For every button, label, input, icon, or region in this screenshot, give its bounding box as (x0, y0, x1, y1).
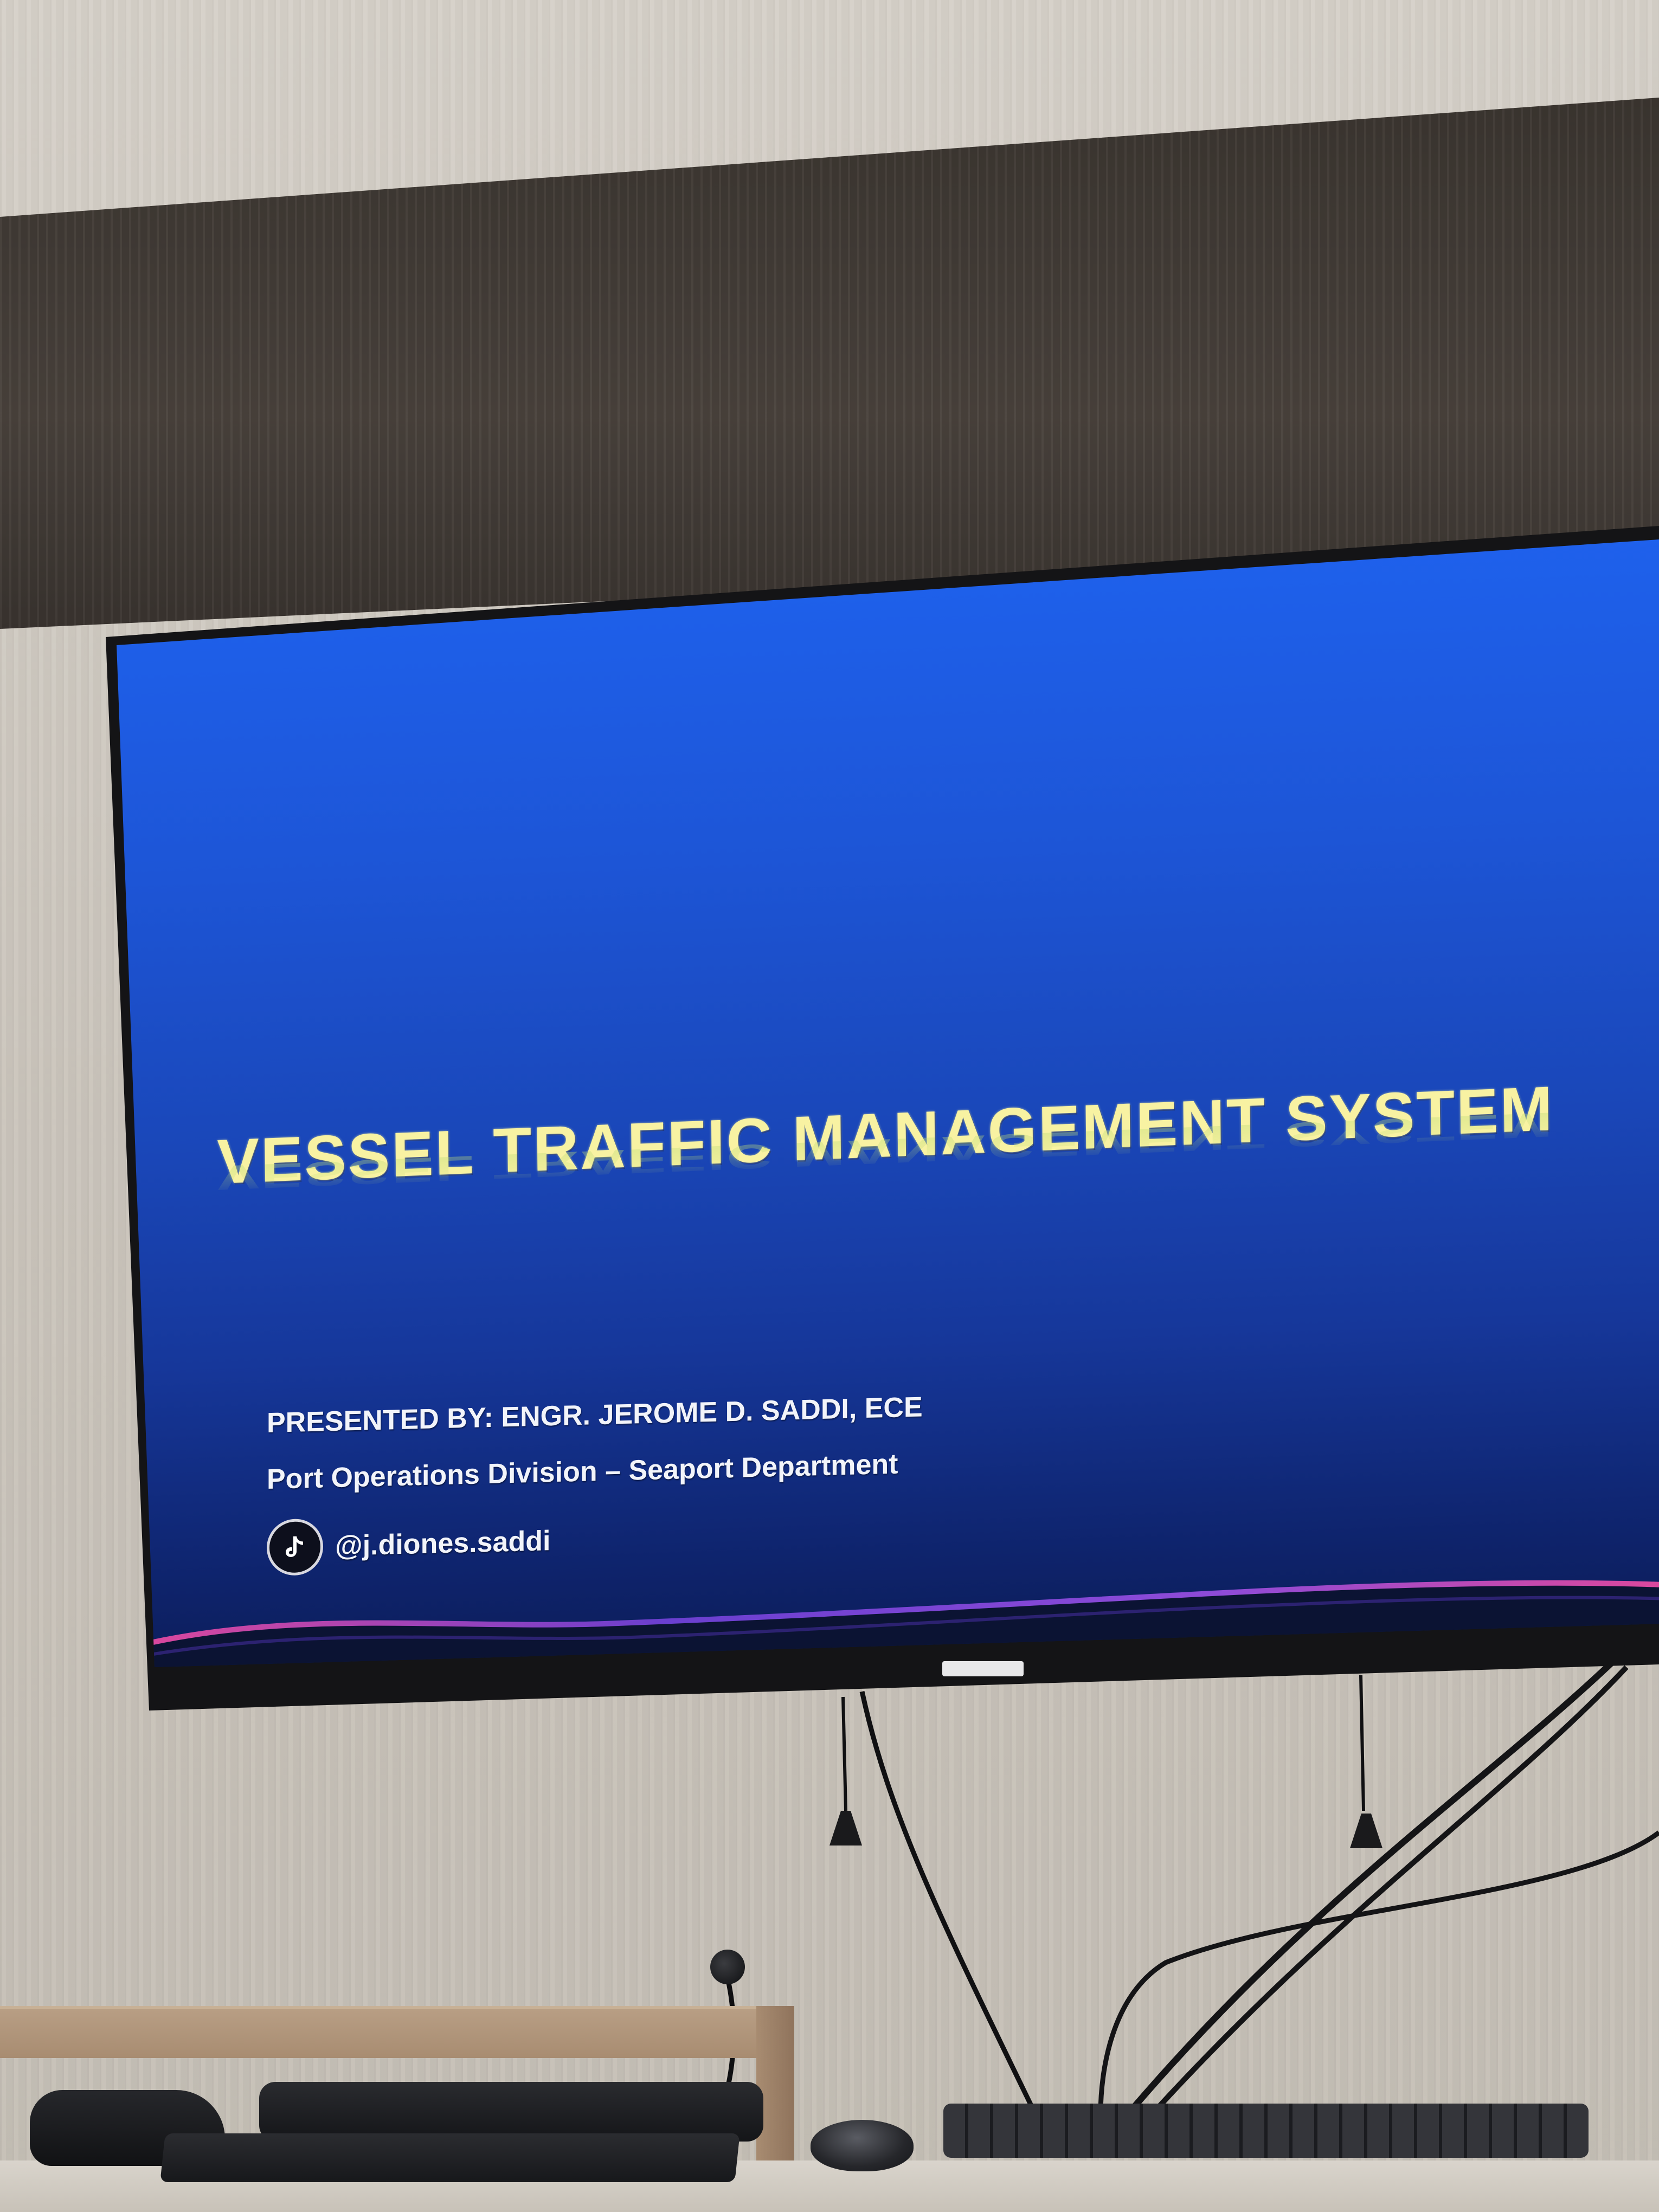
keyboard-left (160, 2133, 740, 2182)
tiktok-icon (267, 1518, 323, 1576)
presenter-info: PRESENTED BY: ENGR. JEROME D. SADDI, ECE… (267, 1391, 923, 1576)
wall-shelf-side (756, 2006, 794, 2169)
social-handle: @j.diones.saddi (335, 1525, 551, 1562)
keyboard-right (943, 2104, 1589, 2158)
mouse (811, 2120, 914, 2171)
microphone (710, 1950, 745, 1984)
tv-brand-logo (942, 1661, 1024, 1676)
photo-scene: VESSEL TRAFFIC MANAGEMENT SYSTEM VESSEL … (0, 0, 1659, 2212)
department-name: Port Operations Division – Seaport Depar… (267, 1448, 898, 1495)
speaker-bar (259, 2082, 763, 2142)
wall-shelf (0, 2006, 794, 2058)
